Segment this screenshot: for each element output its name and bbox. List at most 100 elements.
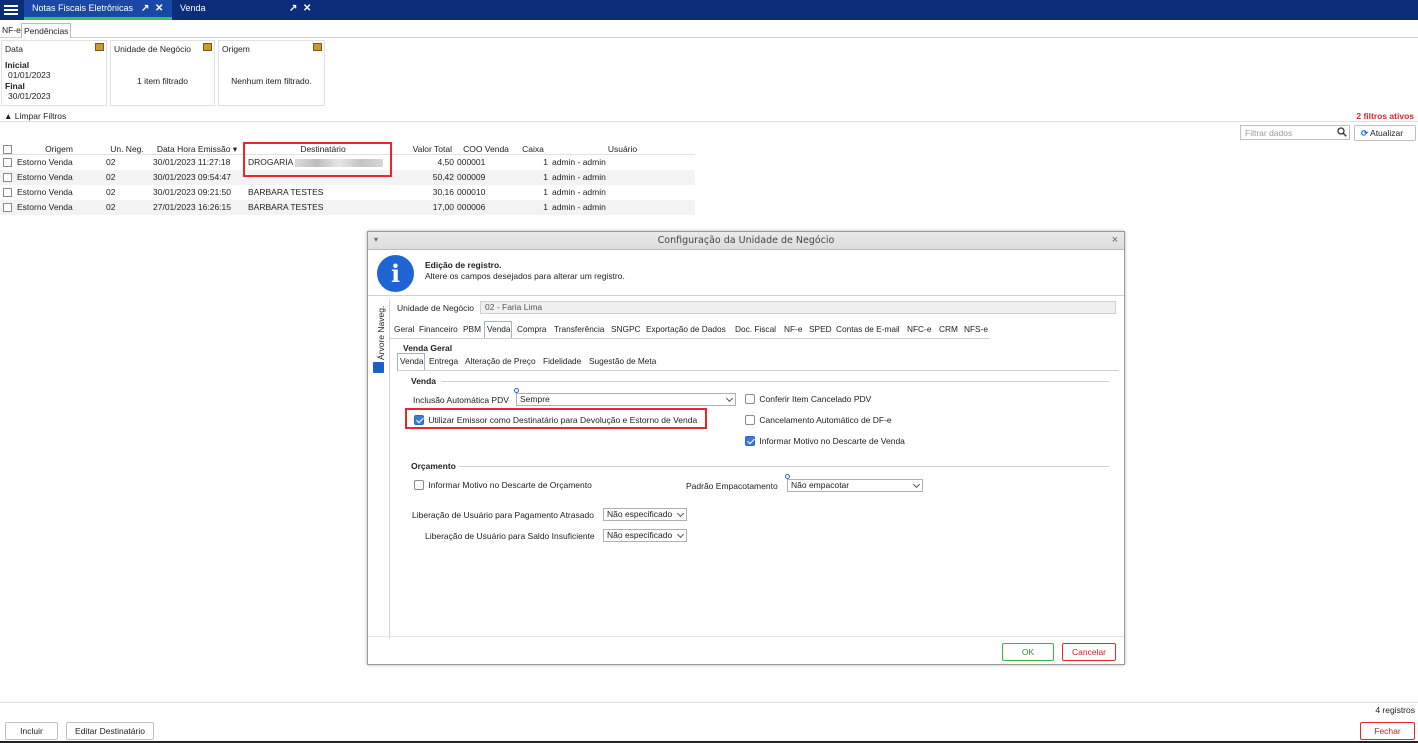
cell-coo: 000006 <box>457 202 486 212</box>
chevron-down-icon <box>676 509 685 518</box>
row-checkbox[interactable] <box>3 173 12 182</box>
pin-arrow-icon[interactable]: ↗ <box>289 0 297 17</box>
row-checkbox[interactable] <box>3 203 12 212</box>
tab-geral[interactable]: Geral <box>392 322 414 337</box>
header-valor-total[interactable]: Valor Total <box>402 144 452 155</box>
ok-button[interactable]: OK <box>1002 643 1054 661</box>
filter-card-origem[interactable]: Origem Nenhum item filtrado. <box>218 40 325 106</box>
subtab-venda[interactable]: Venda <box>397 353 425 370</box>
tab-nfse[interactable]: NFS-e <box>962 322 988 337</box>
filter-card-summary: 1 item filtrado <box>136 76 189 86</box>
highlight-box-destinatario <box>243 142 392 177</box>
row-checkbox[interactable] <box>3 158 12 167</box>
search-icon[interactable] <box>1337 127 1347 137</box>
conferir-checkbox-row[interactable]: Conferir Item Cancelado PDV <box>745 394 871 406</box>
conferir-label: Conferir Item Cancelado PDV <box>759 394 872 404</box>
funnel-icon[interactable] <box>95 43 104 51</box>
table-row[interactable]: Estorno Venda 02 27/01/2023 16:26:15 BAR… <box>0 200 695 215</box>
divider <box>459 466 1109 467</box>
cell-valor: 50,42 <box>432 172 454 182</box>
funnel-icon[interactable] <box>203 43 212 51</box>
filter-bar <box>0 110 1418 122</box>
cell-un-neg: 02 <box>106 187 116 197</box>
tab-compra[interactable]: Compra <box>515 322 547 337</box>
header-origem[interactable]: Origem <box>14 144 104 155</box>
lib-saldo-label: Liberação de Usuário para Saldo Insufici… <box>425 531 595 541</box>
padrao-select[interactable]: Não empacotar <box>787 479 923 492</box>
navigation-tree-toggle[interactable]: Árvore Naveg. <box>376 306 386 360</box>
cancelar-button[interactable]: Cancelar <box>1062 643 1116 661</box>
informar-orc-checkbox[interactable] <box>414 480 424 490</box>
filter-card-unidade[interactable]: Unidade de Negócio 1 item filtrado <box>110 40 215 106</box>
divider <box>368 295 1124 296</box>
tab-nfe[interactable]: NF-e <box>782 322 802 337</box>
fechar-button[interactable]: Fechar <box>1360 722 1415 740</box>
tab-sngpc[interactable]: SNGPC <box>609 322 641 337</box>
subtab-alteracao-preco[interactable]: Alteração de Preço <box>463 354 536 369</box>
funnel-icon[interactable] <box>313 43 322 51</box>
inclusao-value: Sempre <box>520 394 550 404</box>
informar-venda-checkbox[interactable] <box>745 436 755 446</box>
tab-crm[interactable]: CRM <box>937 322 958 337</box>
incluir-button[interactable]: Incluir <box>5 722 58 740</box>
header-data-hora[interactable]: Data Hora Emissão ▾ <box>150 144 244 155</box>
tab-venda[interactable]: Venda <box>484 321 512 338</box>
conferir-checkbox[interactable] <box>745 394 755 404</box>
dialog-titlebar[interactable]: ▾ Configuração da Unidade de Negócio × <box>368 232 1124 250</box>
cancelamento-checkbox-row[interactable]: Cancelamento Automático de DF-e <box>745 415 892 427</box>
divider <box>390 338 990 339</box>
tree-grid-icon[interactable] <box>373 362 384 373</box>
header-coo-venda[interactable]: COO Venda <box>456 144 516 155</box>
informar-orc-checkbox-row[interactable]: Informar Motivo no Descarte de Orçamento <box>414 480 592 492</box>
header-un-neg[interactable]: Un. Neg. <box>104 144 150 155</box>
tab-exportacao[interactable]: Exportação de Dados <box>644 322 726 337</box>
unidade-field: 02 - Faria Lima <box>480 301 1116 314</box>
refresh-label: Atualizar <box>1370 128 1404 138</box>
close-tab-icon[interactable]: ✕ <box>155 0 163 17</box>
close-tab-icon[interactable]: ✕ <box>303 0 311 17</box>
inclusao-select[interactable]: Sempre <box>516 393 736 406</box>
cell-caixa: 1 <box>543 187 548 197</box>
subtab-entrega[interactable]: Entrega <box>427 354 458 369</box>
record-count: 4 registros <box>1375 705 1415 715</box>
refresh-button[interactable]: ⟳ Atualizar <box>1354 125 1416 141</box>
subtab-pendencias[interactable]: Pendências <box>21 23 72 38</box>
informar-venda-label: Informar Motivo no Descarte de Venda <box>759 436 905 446</box>
tab-notas-fiscais-label: Notas Fiscais Eletrônicas <box>32 3 134 13</box>
select-all-checkbox[interactable] <box>3 145 12 154</box>
hamburger-menu-icon[interactable] <box>4 3 18 17</box>
sort-desc-icon: ▾ <box>232 144 238 154</box>
clear-filters-button[interactable]: ▲ Limpar Filtros <box>4 111 66 121</box>
cell-valor: 30,16 <box>432 187 454 197</box>
tab-pbm[interactable]: PBM <box>461 322 481 337</box>
row-checkbox[interactable] <box>3 188 12 197</box>
dialog-close-icon[interactable]: × <box>1112 234 1118 246</box>
table-row[interactable]: Estorno Venda 02 30/01/2023 09:21:50 BAR… <box>0 185 695 200</box>
tab-financeiro[interactable]: Financeiro <box>417 322 458 337</box>
pin-arrow-icon[interactable]: ↗ <box>141 0 149 17</box>
search-input[interactable]: Filtrar dados <box>1240 125 1350 140</box>
editar-destinatario-button[interactable]: Editar Destinatário <box>66 722 154 740</box>
tab-transferencia[interactable]: Transferência <box>552 322 604 337</box>
cell-data-hora: 30/01/2023 11:27:18 <box>153 157 231 167</box>
info-icon: i <box>377 255 414 292</box>
tab-notas-fiscais[interactable]: Notas Fiscais Eletrônicas ↗ ✕ <box>24 0 172 20</box>
lib-saldo-select[interactable]: Não especificado <box>603 529 687 542</box>
header-usuario[interactable]: Usuário <box>550 144 695 155</box>
cell-caixa: 1 <box>543 172 548 182</box>
filter-card-data[interactable]: Data Inicial 01/01/2023 Final 30/01/2023 <box>1 40 107 106</box>
tab-sped[interactable]: SPED <box>807 322 832 337</box>
cell-valor: 17,00 <box>432 202 454 212</box>
header-caixa[interactable]: Caixa <box>516 144 550 155</box>
lib-pag-select[interactable]: Não especificado <box>603 508 687 521</box>
subtab-fidelidade[interactable]: Fidelidade <box>541 354 581 369</box>
informar-venda-checkbox-row[interactable]: Informar Motivo no Descarte de Venda <box>745 436 905 448</box>
tab-venda[interactable]: Venda ↗ ✕ <box>172 0 318 20</box>
final-label: Final <box>5 81 25 91</box>
subtab-nfe[interactable]: NF-e <box>0 23 23 38</box>
tab-contas-email[interactable]: Contas de E-mail <box>834 322 900 337</box>
cancelamento-checkbox[interactable] <box>745 415 755 425</box>
subtab-sugestao-meta[interactable]: Sugestão de Meta <box>587 354 656 369</box>
tab-doc-fiscal[interactable]: Doc. Fiscal <box>733 322 776 337</box>
tab-nfce[interactable]: NFC-e <box>905 322 931 337</box>
